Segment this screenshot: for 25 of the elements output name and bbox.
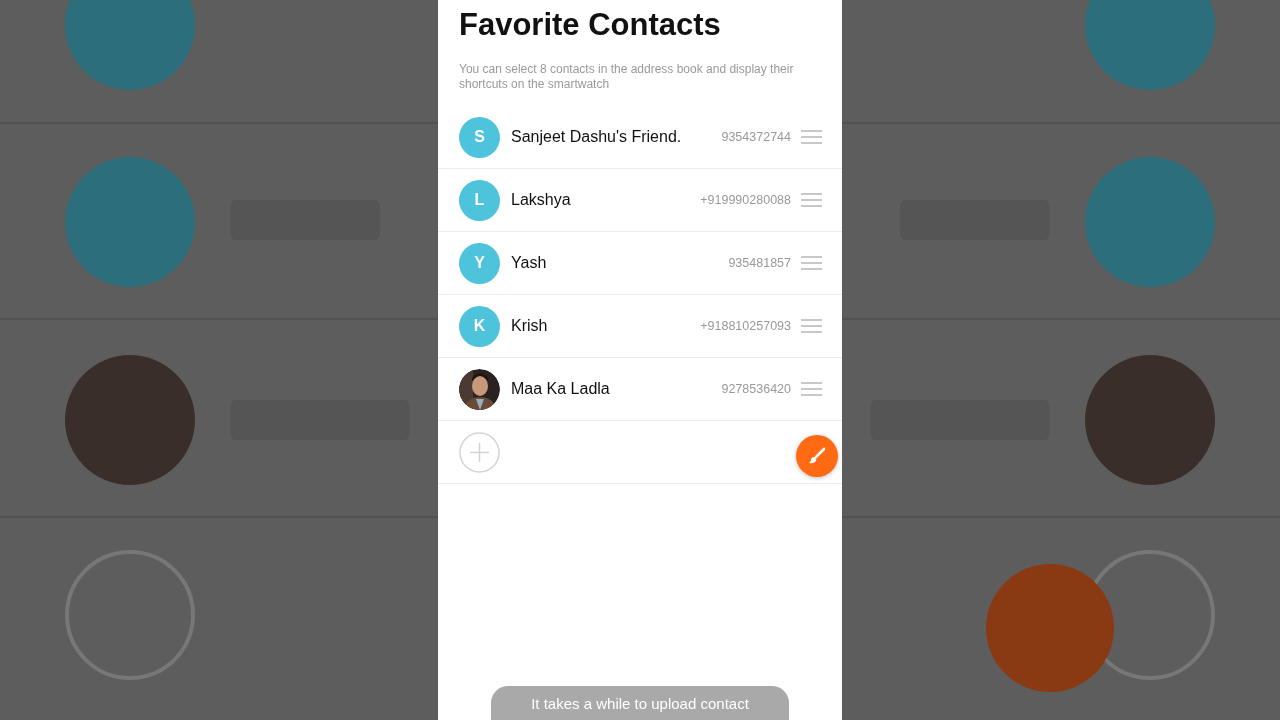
drag-handle-icon[interactable] (801, 318, 822, 334)
drag-handle-icon[interactable] (801, 381, 822, 397)
page-title: Favorite Contacts (458, 6, 722, 44)
add-contact-button[interactable] (459, 431, 500, 473)
phone-number: 9278536420 (721, 382, 791, 396)
drag-handle-icon[interactable] (801, 255, 822, 271)
drag-handle-icon[interactable] (801, 129, 822, 145)
contact-name: Sanjeet Dashu's Friend. (511, 128, 683, 146)
description-text: You can select 8 contacts in the address book and display their shortcuts on the smartwatch (459, 62, 795, 92)
letter-avatar: K (459, 305, 500, 347)
toast-message: It takes a while to upload contact (491, 686, 789, 720)
letter-avatar: L (459, 179, 500, 221)
brush-button[interactable] (796, 435, 838, 477)
contact-name: Yash (511, 254, 548, 272)
letter-avatar: Y (459, 242, 500, 284)
letter-avatar: S (459, 116, 500, 158)
phone-number: +919990280088 (700, 193, 791, 207)
brush-icon (807, 446, 827, 466)
drag-handle-icon[interactable] (801, 192, 822, 208)
phone-number: +918810257093 (700, 319, 791, 333)
contact-name: Maa Ka Ladla (511, 380, 611, 398)
contact-name: Krish (511, 317, 549, 335)
contact-name: Lakshya (511, 191, 572, 209)
phone-number: 935481857 (728, 256, 791, 270)
phone-number: 9354372744 (721, 130, 791, 144)
